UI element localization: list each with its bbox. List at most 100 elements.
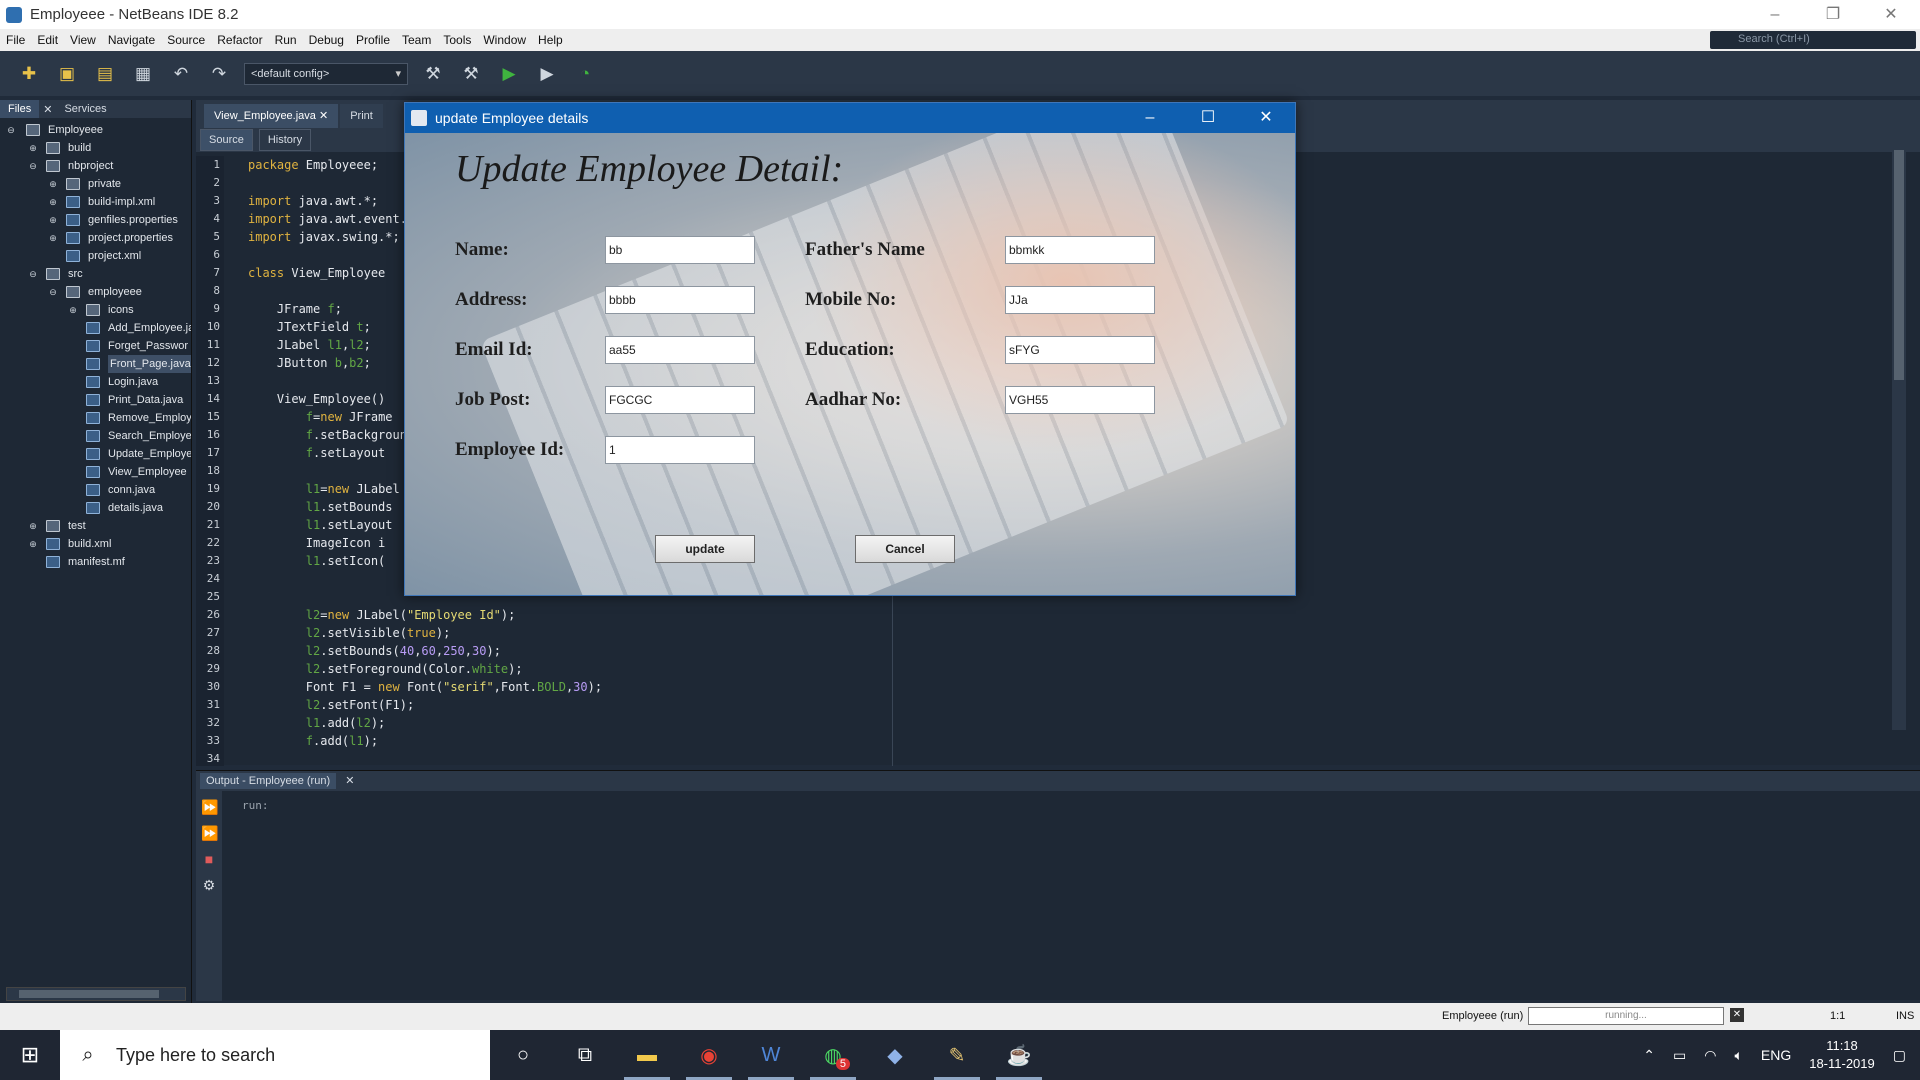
task-view-icon[interactable]: ⧉ bbox=[554, 1030, 616, 1080]
tree-node-details[interactable]: details.java bbox=[0, 499, 191, 517]
whatsapp-icon[interactable]: ◍ 5 bbox=[802, 1030, 864, 1080]
tree-node-login[interactable]: Login.java bbox=[0, 373, 191, 391]
menu-help[interactable]: Help bbox=[532, 33, 569, 47]
tree-node-build[interactable]: ⊕ build bbox=[0, 139, 191, 157]
rerun-with-params-icon[interactable]: ⏩ bbox=[201, 825, 218, 841]
language-indicator[interactable]: ENG bbox=[1761, 1047, 1791, 1063]
tree-node-build-impl[interactable]: ⊕ build-impl.xml bbox=[0, 193, 191, 211]
tab-services[interactable]: Services bbox=[56, 100, 114, 118]
file-explorer-icon[interactable]: ▬ bbox=[616, 1030, 678, 1080]
menu-profile[interactable]: Profile bbox=[350, 33, 396, 47]
run-icon[interactable]: ▶ bbox=[496, 61, 522, 87]
clock[interactable]: 11:18 18-11-2019 bbox=[1809, 1037, 1875, 1073]
chrome-icon[interactable]: ◉ bbox=[678, 1030, 740, 1080]
employee-id-field[interactable]: 1 bbox=[605, 436, 755, 464]
tree-node-add-employee[interactable]: Add_Employee.ja bbox=[0, 319, 191, 337]
vertical-scrollbar[interactable] bbox=[1892, 130, 1906, 730]
tab-view-employee[interactable]: View_Employee.java ✕ bbox=[204, 104, 339, 128]
tree-node-employeee-package[interactable]: ⊖ employeee bbox=[0, 283, 191, 301]
email-field[interactable]: aa55 bbox=[605, 336, 755, 364]
paint-icon[interactable]: ✎ bbox=[926, 1030, 988, 1080]
cancel-button[interactable]: Cancel bbox=[855, 535, 955, 563]
battery-icon[interactable]: ▭ bbox=[1673, 1047, 1686, 1064]
menu-tools[interactable]: Tools bbox=[437, 33, 477, 47]
update-button[interactable]: update bbox=[655, 535, 755, 563]
menu-edit[interactable]: Edit bbox=[31, 33, 64, 47]
menu-window[interactable]: Window bbox=[477, 33, 532, 47]
source-tab[interactable]: Source bbox=[200, 129, 253, 151]
chevron-up-icon[interactable]: ⌃ bbox=[1643, 1047, 1655, 1064]
menu-file[interactable]: File bbox=[0, 33, 31, 47]
tree-node-project-properties[interactable]: ⊕ project.properties bbox=[0, 229, 191, 247]
close-icon[interactable]: ✕ bbox=[339, 773, 360, 789]
menu-team[interactable]: Team bbox=[396, 33, 437, 47]
tree-node-src[interactable]: ⊖ src bbox=[0, 265, 191, 283]
tree-node-employeee[interactable]: ⊖ Employeee bbox=[0, 121, 191, 139]
wifi-icon[interactable]: ◠ bbox=[1704, 1047, 1716, 1064]
dialog-maximize-button[interactable]: ☐ bbox=[1179, 103, 1237, 133]
restore-button[interactable]: ❐ bbox=[1804, 0, 1862, 29]
stop-icon[interactable]: ■ bbox=[201, 851, 217, 867]
close-icon[interactable]: ✕ bbox=[39, 103, 56, 116]
tree-node-print-data[interactable]: Print_Data.java bbox=[0, 391, 191, 409]
tree-node-manifest[interactable]: manifest.mf bbox=[0, 553, 191, 571]
tree-node-forget-password[interactable]: Forget_Passwor bbox=[0, 337, 191, 355]
tree-node-private[interactable]: ⊕ private bbox=[0, 175, 191, 193]
tree-node-test[interactable]: ⊕ test bbox=[0, 517, 191, 535]
tree-node-build-xml[interactable]: ⊕ build.xml bbox=[0, 535, 191, 553]
tree-node-view-employee[interactable]: View_Employee bbox=[0, 463, 191, 481]
menu-run[interactable]: Run bbox=[269, 33, 303, 47]
save-all-icon[interactable]: ▦ bbox=[130, 61, 156, 87]
cortana-icon[interactable]: ○ bbox=[492, 1030, 554, 1080]
father-name-field[interactable]: bbmkk bbox=[1005, 236, 1155, 264]
volume-icon[interactable]: 🔈︎ bbox=[1734, 1047, 1742, 1064]
dialog-minimize-button[interactable]: – bbox=[1121, 103, 1179, 133]
undo-icon[interactable]: ↶ bbox=[168, 61, 194, 87]
menu-refactor[interactable]: Refactor bbox=[211, 33, 268, 47]
new-file-icon[interactable]: ✚ bbox=[16, 61, 42, 87]
tree-node-update-employee[interactable]: Update_Employe bbox=[0, 445, 191, 463]
build-hammer-icon[interactable]: ⚒ bbox=[420, 61, 446, 87]
quick-search-input[interactable]: Search (Ctrl+I) bbox=[1710, 31, 1916, 49]
debug-icon[interactable]: ▶ bbox=[534, 61, 560, 87]
open-project-icon[interactable]: ▤ bbox=[92, 61, 118, 87]
menu-navigate[interactable]: Navigate bbox=[102, 33, 161, 47]
profile-icon[interactable]: ◔ bbox=[572, 61, 598, 87]
tab-print[interactable]: Print bbox=[340, 104, 383, 128]
aadhar-field[interactable]: VGH55 bbox=[1005, 386, 1155, 414]
settings-icon[interactable]: ⚙ bbox=[201, 877, 217, 893]
tree-node-front-page[interactable]: Front_Page.java bbox=[0, 355, 191, 373]
tree-node-remove-employee[interactable]: Remove_Employ bbox=[0, 409, 191, 427]
output-tab[interactable]: Output - Employeee (run) bbox=[200, 773, 337, 789]
redo-icon[interactable]: ↷ bbox=[206, 61, 232, 87]
windows-start-icon[interactable]: ⊞ bbox=[0, 1030, 60, 1080]
taskbar-search[interactable]: ⌕ Type here to search bbox=[60, 1030, 490, 1080]
horizontal-scrollbar[interactable] bbox=[6, 987, 186, 1001]
word-icon[interactable]: W bbox=[740, 1030, 802, 1080]
mobile-field[interactable]: JJa bbox=[1005, 286, 1155, 314]
new-project-icon[interactable]: ▣ bbox=[54, 61, 80, 87]
history-tab[interactable]: History bbox=[258, 129, 312, 151]
tree-node-conn[interactable]: conn.java bbox=[0, 481, 191, 499]
rerun-icon[interactable]: ⏩ bbox=[201, 799, 218, 815]
java-icon[interactable]: ☕ bbox=[988, 1030, 1050, 1080]
config-select[interactable]: <default config> ▾ bbox=[244, 62, 408, 85]
close-icon[interactable]: ✕ bbox=[319, 110, 328, 122]
cancel-run-icon[interactable]: ✕ bbox=[1730, 1008, 1744, 1022]
address-field[interactable]: bbbb bbox=[605, 286, 755, 314]
virtualbox-icon[interactable]: ◆ bbox=[864, 1030, 926, 1080]
notifications-icon[interactable]: ▢ bbox=[1893, 1047, 1906, 1064]
menu-source[interactable]: Source bbox=[161, 33, 211, 47]
tree-node-genfiles[interactable]: ⊕ genfiles.properties bbox=[0, 211, 191, 229]
tree-node-project-xml[interactable]: project.xml bbox=[0, 247, 191, 265]
clean-build-icon[interactable]: ⚒ bbox=[458, 61, 484, 87]
education-field[interactable]: sFYG bbox=[1005, 336, 1155, 364]
tree-node-icons[interactable]: ⊕ icons bbox=[0, 301, 191, 319]
name-field[interactable]: bb bbox=[605, 236, 755, 264]
menu-view[interactable]: View bbox=[64, 33, 102, 47]
tab-files[interactable]: Files bbox=[0, 100, 40, 118]
dialog-close-button[interactable]: ✕ bbox=[1237, 103, 1295, 133]
minimize-button[interactable]: – bbox=[1746, 0, 1804, 29]
job-post-field[interactable]: FGCGC bbox=[605, 386, 755, 414]
tree-node-search-employee[interactable]: Search_Employe bbox=[0, 427, 191, 445]
